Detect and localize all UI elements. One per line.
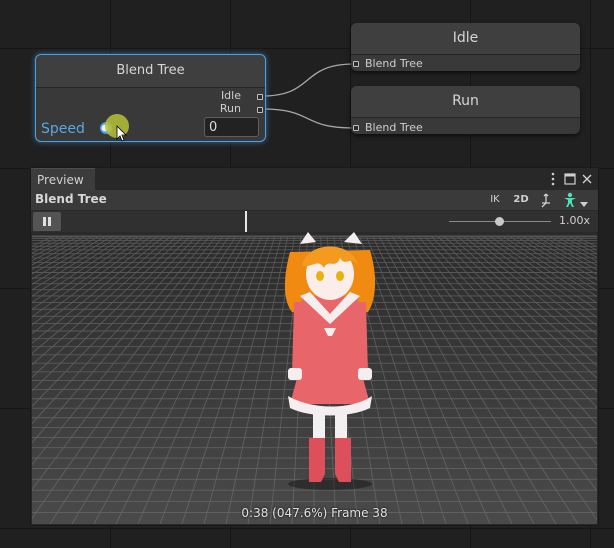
idle-node-title: Idle (351, 23, 580, 55)
run-state-node[interactable]: Run Blend Tree (351, 86, 580, 134)
avatar-icon[interactable] (562, 192, 578, 208)
out-port-run-label: Run (219, 102, 241, 115)
close-icon[interactable] (580, 173, 594, 185)
maximize-icon[interactable] (563, 173, 577, 185)
connection-idle (261, 63, 355, 97)
2d-toggle[interactable]: 2D (512, 192, 530, 208)
out-port-run[interactable] (257, 107, 263, 113)
speed-value-field[interactable]: 0 (204, 117, 259, 137)
timeline-scrubber[interactable] (245, 211, 247, 232)
playback-speed-value: 1.00x (559, 214, 591, 227)
kebab-menu-icon[interactable] (546, 172, 560, 186)
avatar-character (284, 232, 376, 490)
blend-tree-node-title: Blend Tree (36, 55, 265, 88)
run-in-port-label: Blend Tree (365, 121, 423, 134)
out-port-idle[interactable] (257, 94, 263, 100)
preview-window: Preview Blend Tree IK 2D 1.00x 0:38 (047… (30, 167, 599, 526)
preview-title: Blend Tree (35, 192, 107, 206)
run-node-title: Run (351, 86, 580, 118)
cursor-highlight (105, 114, 129, 142)
speed-parameter-label: Speed (41, 121, 85, 137)
preview-tabbar: Preview (31, 168, 598, 190)
blend-tree-node[interactable]: Blend Tree Idle Run Speed 0 (35, 54, 266, 142)
preview-tab[interactable]: Preview (31, 168, 95, 190)
preview-timeline[interactable]: 1.00x (31, 211, 598, 233)
pause-icon-bar (48, 217, 51, 226)
idle-state-node[interactable]: Idle Blend Tree (351, 23, 580, 71)
run-in-port[interactable] (353, 125, 359, 131)
pause-icon (43, 217, 46, 226)
idle-in-port-label: Blend Tree (365, 57, 423, 70)
out-port-idle-label: Idle (220, 89, 241, 102)
ik-toggle[interactable]: IK (487, 192, 503, 208)
playback-speed-knob[interactable] (495, 217, 504, 226)
frame-info: 0:38 (047.6%) Frame 38 (241, 506, 388, 520)
pause-button[interactable] (33, 212, 61, 231)
pivot-icon[interactable] (539, 192, 553, 208)
preview-toolbar: Blend Tree IK 2D (31, 190, 598, 211)
connection-run (261, 108, 355, 129)
preview-viewport[interactable]: 0:38 (047.6%) Frame 38 (32, 232, 597, 524)
idle-in-port[interactable] (353, 61, 359, 67)
